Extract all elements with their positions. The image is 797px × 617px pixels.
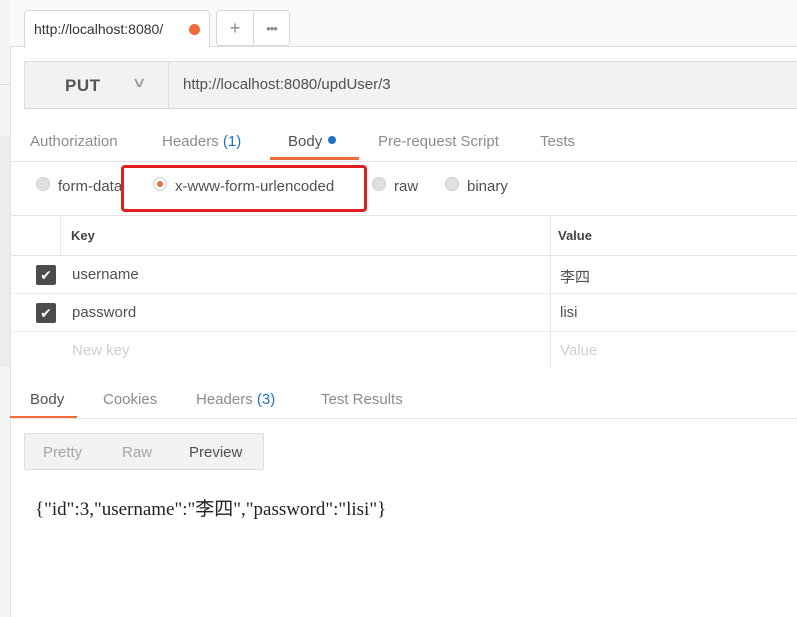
tab-label: Tests	[540, 133, 576, 150]
radio-binary[interactable]	[445, 177, 459, 191]
row-checkbox[interactable]: ✔	[36, 265, 56, 285]
divider	[10, 418, 797, 419]
response-tab-cookies[interactable]: Cookies	[103, 391, 157, 408]
view-mode-switcher: Pretty Raw Preview	[24, 433, 264, 470]
radio-label-binary[interactable]: binary	[467, 178, 508, 195]
column-header-value: Value	[558, 228, 592, 243]
column-header-key: Key	[71, 228, 95, 243]
new-key-input[interactable]: New key	[72, 342, 130, 359]
response-tab-body[interactable]: Body	[30, 391, 64, 408]
view-mode-pretty[interactable]: Pretty	[43, 444, 82, 461]
response-headers-count: (3)	[256, 391, 276, 408]
table-row: ✔ username 李四	[10, 256, 797, 294]
unsaved-dot-icon	[189, 24, 200, 35]
table-header: Key Value	[10, 216, 797, 256]
gutter-divider	[0, 84, 10, 85]
gutter-panel	[0, 136, 10, 366]
radio-label-raw[interactable]: raw	[394, 178, 418, 195]
ellipsis-icon: •••	[266, 20, 278, 36]
tab-body[interactable]: Body	[288, 133, 337, 150]
active-tab-underline	[270, 157, 359, 160]
tab-label: Pre-request Script	[378, 133, 499, 150]
table-row-new: New key Value	[10, 332, 797, 369]
param-value[interactable]: lisi	[560, 304, 578, 321]
tab-label: Headers	[196, 391, 253, 408]
tab-tests[interactable]: Tests	[540, 133, 575, 150]
checkmark-icon: ✔	[40, 267, 52, 283]
response-tab-test-results[interactable]: Test Results	[321, 391, 403, 408]
row-checkbox[interactable]: ✔	[36, 303, 56, 323]
param-key[interactable]: username	[72, 266, 139, 283]
tab-label: Cookies	[103, 391, 158, 408]
tab-label: Headers	[162, 133, 219, 150]
new-tab-button[interactable]: +	[216, 10, 254, 46]
tab-authorization[interactable]: Authorization	[30, 133, 118, 150]
chevron-down-icon: ∨	[131, 74, 147, 90]
highlight-annotation-box	[121, 165, 367, 212]
tab-pre-request-script[interactable]: Pre-request Script	[378, 133, 499, 150]
body-modified-dot-icon	[328, 136, 337, 144]
plus-icon: +	[229, 17, 241, 38]
method-select[interactable]: PUT ∨	[24, 61, 169, 109]
method-label: PUT	[65, 76, 101, 95]
more-tabs-button[interactable]: •••	[253, 10, 290, 46]
tab-label: Test Results	[321, 391, 403, 408]
divider	[10, 161, 797, 162]
view-mode-raw[interactable]: Raw	[122, 444, 152, 461]
tab-label: Authorization	[30, 133, 118, 150]
params-table: Key Value ✔ username 李四 ✔ password lisi …	[10, 216, 797, 368]
tab-label: Body	[288, 133, 323, 150]
radio-raw[interactable]	[372, 177, 386, 191]
response-tab-headers[interactable]: Headers (3)	[196, 391, 275, 408]
response-body-text: {"id":3,"username":"李四","password":"lisi…	[35, 499, 387, 520]
param-value[interactable]: 李四	[560, 266, 590, 287]
tab-headers[interactable]: Headers (1)	[162, 133, 241, 150]
new-value-input[interactable]: Value	[560, 342, 597, 359]
request-tab[interactable]: http://localhost:8080/	[24, 10, 210, 47]
view-mode-preview[interactable]: Preview	[189, 444, 242, 461]
table-row: ✔ password lisi	[10, 294, 797, 332]
request-tab-title: http://localhost:8080/	[34, 21, 164, 37]
radio-form-data[interactable]	[36, 177, 50, 191]
param-key[interactable]: password	[72, 304, 136, 321]
url-input[interactable]: http://localhost:8080/updUser/3	[183, 76, 391, 93]
headers-count: (1)	[222, 133, 242, 150]
radio-label-form-data[interactable]: form-data	[58, 178, 122, 195]
tab-label: Body	[30, 391, 65, 408]
checkmark-icon: ✔	[40, 305, 52, 321]
